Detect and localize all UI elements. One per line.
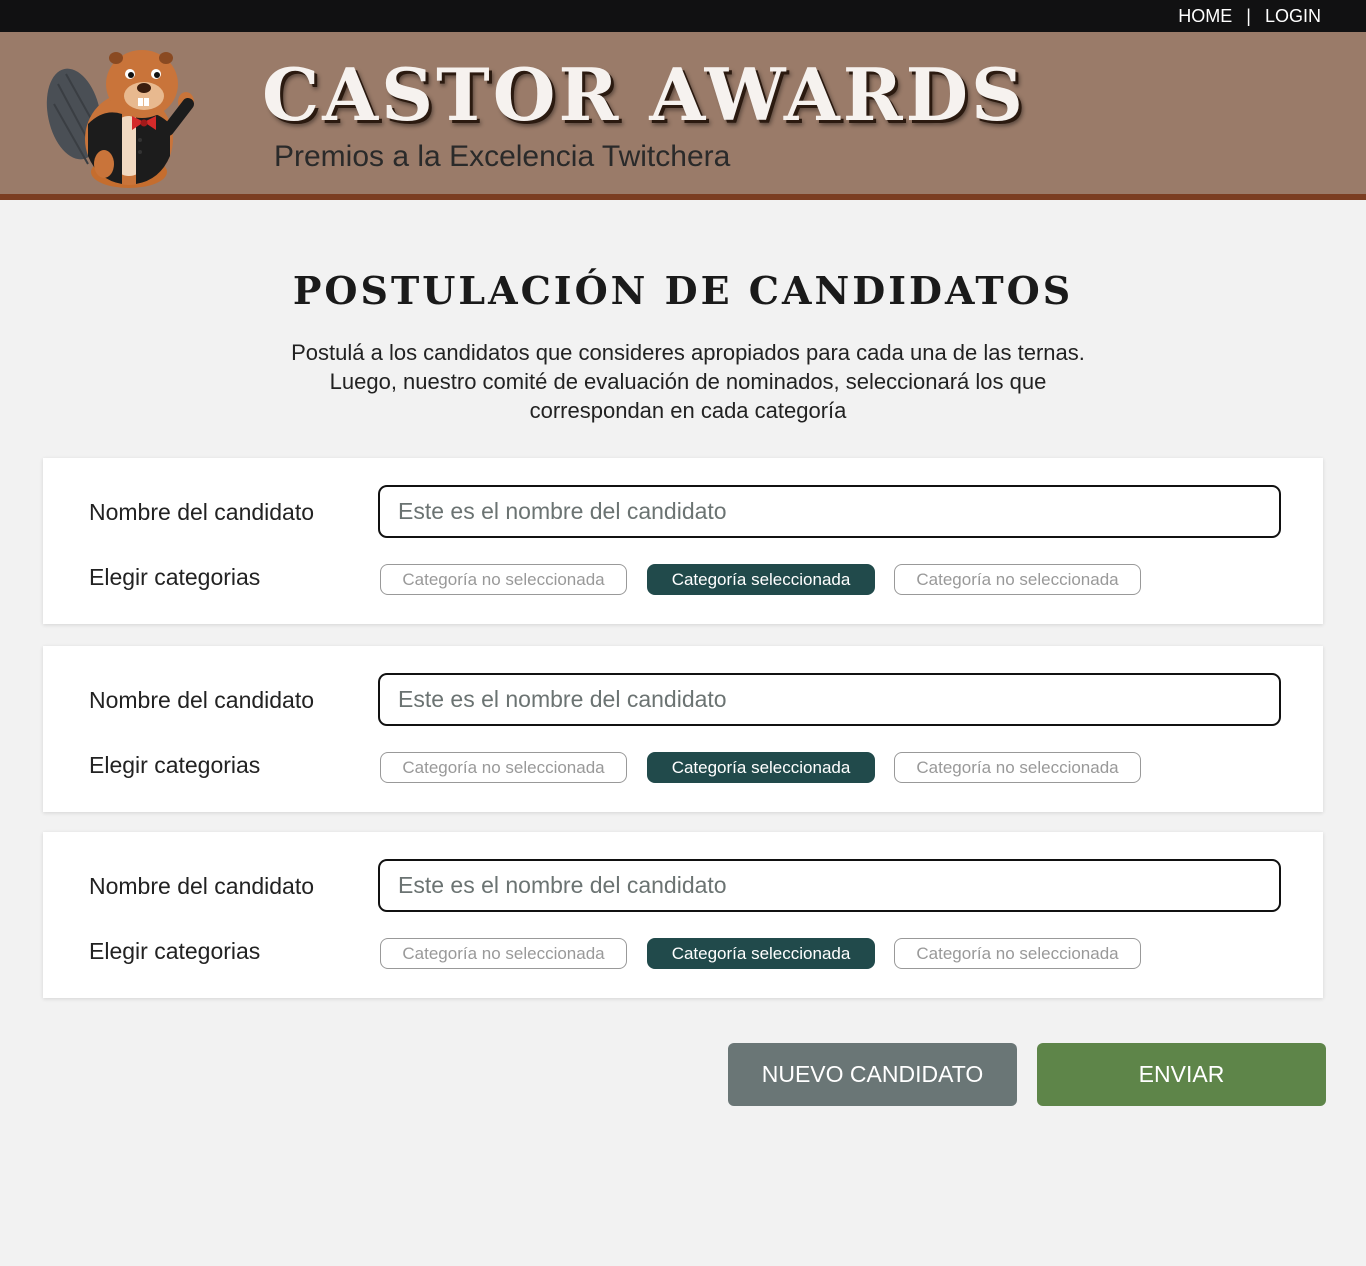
site-header: CASTOR AWARDS Premios a la Excelencia Tw… (0, 32, 1366, 200)
category-label: Elegir categorias (89, 938, 261, 964)
candidate-name-label: Nombre del candidato (89, 873, 315, 899)
category-chip-unselected[interactable]: Categoría no seleccionada (380, 938, 627, 969)
category-chip-selected[interactable]: Categoría seleccionada (647, 752, 875, 783)
intro-line: correspondan en cada categoría (529, 398, 847, 423)
category-chip-selected[interactable]: Categoría seleccionada (647, 564, 875, 595)
brand-title: CASTOR AWARDS (262, 52, 1027, 137)
candidate-card: Nombre del candidato Elegir categorias C… (43, 458, 1323, 624)
nav-separator: | (1246, 6, 1251, 26)
nav-login-link[interactable]: LOGIN (1265, 6, 1321, 27)
candidate-card: Nombre del candidato Elegir categorias C… (43, 832, 1323, 998)
page-title: POSTULACIÓN DE CANDIDATOS (292, 268, 1074, 313)
category-chip-unselected[interactable]: Categoría no seleccionada (894, 938, 1141, 969)
candidate-name-label: Nombre del candidato (89, 499, 315, 525)
brand-subtitle: Premios a la Excelencia Twitchera (274, 140, 731, 173)
candidate-name-label: Nombre del candidato (89, 687, 315, 713)
beaver-mascot-icon (46, 50, 194, 188)
intro-line: Postulá a los candidatos que consideres … (291, 340, 1085, 365)
candidate-name-input[interactable] (378, 485, 1281, 538)
category-chip-selected[interactable]: Categoría seleccionada (647, 938, 875, 969)
top-bar: HOME | LOGIN (0, 0, 1366, 32)
new-candidate-button[interactable]: NUEVO CANDIDATO (728, 1043, 1017, 1106)
intro-text: Postulá a los candidatos que consideres … (233, 338, 1143, 425)
candidate-name-input[interactable] (378, 673, 1281, 726)
category-label: Elegir categorias (89, 752, 261, 778)
category-chip-unselected[interactable]: Categoría no seleccionada (894, 752, 1141, 783)
category-chip-unselected[interactable]: Categoría no seleccionada (380, 564, 627, 595)
category-label: Elegir categorias (89, 564, 261, 590)
category-chip-unselected[interactable]: Categoría no seleccionada (894, 564, 1141, 595)
candidate-name-input[interactable] (378, 859, 1281, 912)
nav-home-link[interactable]: HOME (1178, 6, 1232, 27)
candidate-card: Nombre del candidato Elegir categorias C… (43, 646, 1323, 812)
category-chip-unselected[interactable]: Categoría no seleccionada (380, 752, 627, 783)
submit-button[interactable]: ENVIAR (1037, 1043, 1326, 1106)
intro-line: Luego, nuestro comité de evaluación de n… (329, 369, 1047, 394)
top-nav: HOME | LOGIN (1178, 6, 1321, 27)
